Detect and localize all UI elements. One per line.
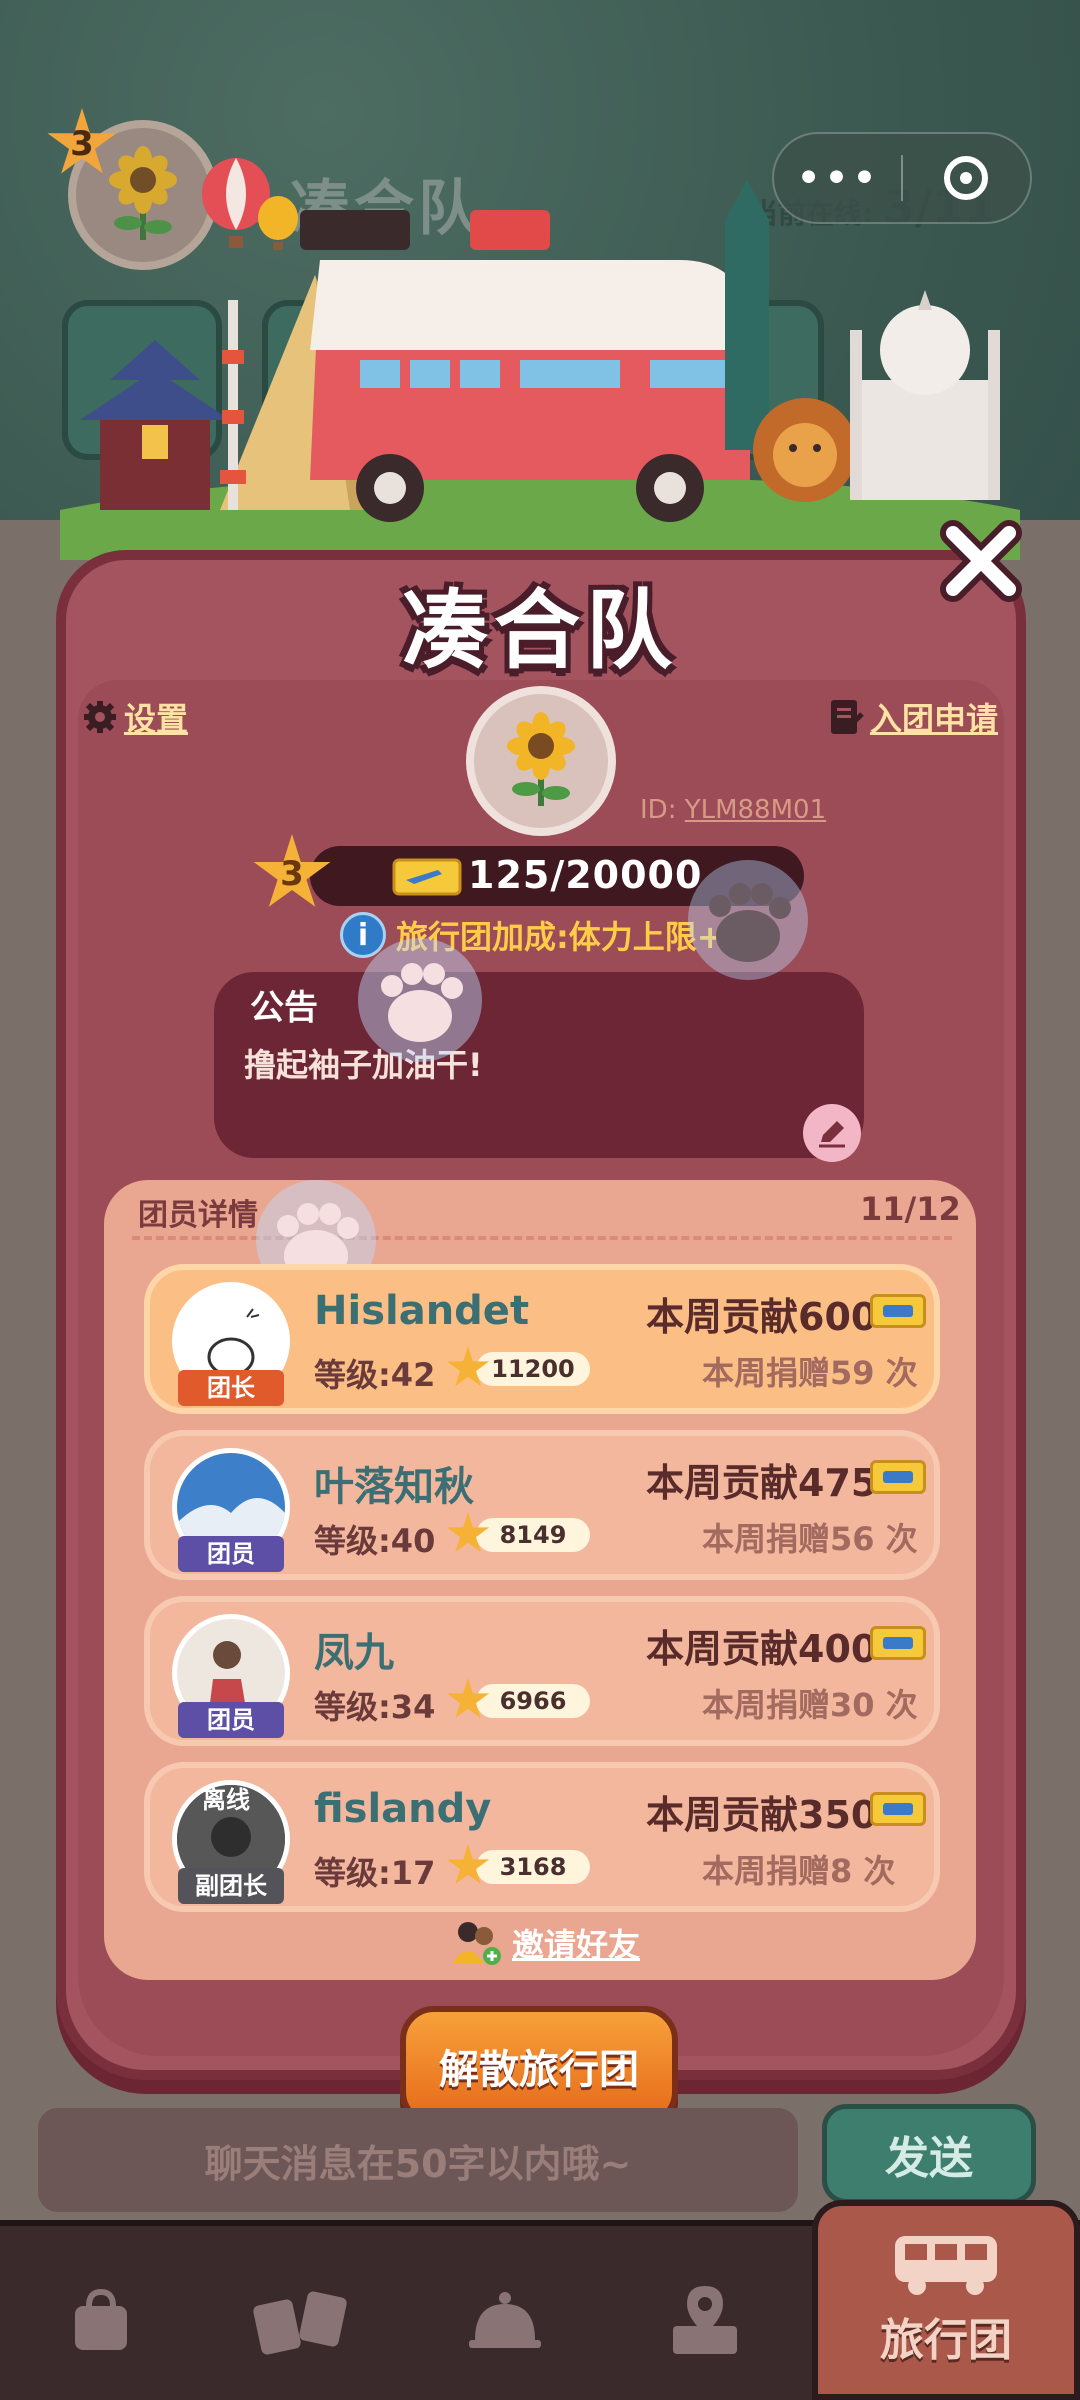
skyscraper-icon: [725, 180, 769, 450]
close-button[interactable]: [935, 515, 1027, 607]
ticket-icon: [870, 1460, 926, 1494]
send-button[interactable]: 发送: [822, 2104, 1036, 2204]
member-level: 等级:17: [314, 1854, 436, 1892]
member-level: 等级:34: [314, 1688, 436, 1726]
role-tag: 团员: [178, 1702, 284, 1738]
hot-air-balloon-icon: [202, 158, 298, 250]
nav-cards[interactable]: [226, 2250, 376, 2390]
member-contribution: 本周贡献350: [646, 1793, 878, 1837]
nav-travel-group-label: 旅行团: [880, 2315, 1012, 2366]
member-donation: 本周捐赠59 次: [702, 1354, 918, 1392]
member-name: 凤九: [314, 1630, 394, 1676]
invite-friends-label[interactable]: 邀请好友: [512, 1920, 640, 1966]
notice-label: 公告: [250, 988, 318, 1028]
role-tag: 团员: [178, 1536, 284, 1572]
member-contribution: 本周贡献600: [646, 1295, 878, 1339]
pagoda-icon: [80, 340, 230, 510]
nav-travel-group[interactable]: 旅行团: [812, 2200, 1080, 2400]
ticket-icon: [870, 1294, 926, 1328]
chat-input[interactable]: 聊天消息在50字以内哦~: [38, 2108, 798, 2212]
invite-friends-icon: [452, 1922, 501, 1965]
gear-icon: [84, 701, 116, 733]
tower-icon: [220, 300, 246, 510]
offline-status: 离线: [202, 1786, 250, 1814]
ticket-icon: [870, 1626, 926, 1660]
lion-icon: [753, 398, 857, 502]
member-card[interactable]: 团员 凤九 等级:34 6966 本周贡献400 本周捐赠30 次: [144, 1596, 940, 1746]
team-id-label: ID:: [640, 795, 677, 825]
paw-sticker-icon: [688, 860, 808, 980]
modal-title: 凑合队: [402, 581, 678, 681]
team-id: ID: YLM88M01: [640, 795, 826, 825]
cards-icon: [253, 2291, 347, 2355]
member-contribution: 本周贡献475: [646, 1461, 878, 1505]
bag-icon: [75, 2288, 127, 2350]
edit-notice-button[interactable]: [803, 1104, 861, 1162]
member-donation: 本周捐赠30 次: [702, 1686, 918, 1724]
join-requests-link[interactable]: 入团申请: [828, 694, 998, 740]
role-tag: 副团长: [178, 1868, 284, 1904]
document-icon: [831, 700, 864, 734]
bell-icon: [469, 2292, 541, 2348]
bus-icon: [895, 2236, 997, 2295]
member-stars: 11200: [476, 1352, 590, 1386]
member-donation: 本周捐赠8 次: [702, 1852, 896, 1890]
member-contribution: 本周贡献400: [646, 1627, 878, 1671]
member-name: Hislandet: [314, 1288, 530, 1334]
team-emblem[interactable]: [466, 686, 616, 836]
taj-mahal-icon: [850, 290, 1000, 500]
member-stars: 3168: [476, 1850, 590, 1884]
member-card[interactable]: 团长 Hislandet 等级:42 11200 本周贡献600 本周捐赠59 …: [144, 1264, 940, 1414]
role-tag: 团长: [178, 1370, 284, 1406]
nav-bag[interactable]: [26, 2250, 176, 2390]
sunflower-icon: [507, 712, 575, 806]
invite-friends-link[interactable]: 邀请好友: [450, 1918, 640, 1968]
settings-link[interactable]: 设置: [82, 694, 188, 740]
ticket-icon: [870, 1792, 926, 1826]
member-donation: 本周捐赠56 次: [702, 1520, 918, 1558]
member-name: 叶落知秋: [314, 1464, 474, 1510]
member-level: 等级:42: [314, 1356, 436, 1394]
map-pin-icon: [673, 2286, 737, 2354]
ticket-icon: [392, 858, 462, 896]
close-icon[interactable]: [937, 517, 1025, 605]
bus-illustration: [300, 210, 750, 522]
member-name: fislandy: [314, 1786, 492, 1832]
member-card[interactable]: 团员 叶落知秋 等级:40 8149 本周贡献475 本周捐赠56 次: [144, 1430, 940, 1580]
member-stars: 6966: [476, 1684, 590, 1718]
member-card[interactable]: 离线 副团长 fislandy 等级:17 3168 本周贡献350 本周捐赠8…: [144, 1762, 940, 1912]
paw-sticker-icon: [358, 938, 482, 1062]
pencil-icon: [819, 1121, 845, 1148]
members-count: 11/12: [860, 1190, 961, 1228]
nav-service[interactable]: [430, 2250, 580, 2390]
nav-map[interactable]: [630, 2250, 780, 2390]
member-stars: 8149: [476, 1518, 590, 1552]
join-requests-label[interactable]: 入团申请: [870, 694, 998, 740]
settings-label[interactable]: 设置: [124, 694, 188, 740]
team-id-value: YLM88M01: [684, 795, 827, 825]
member-level: 等级:40: [314, 1522, 436, 1560]
